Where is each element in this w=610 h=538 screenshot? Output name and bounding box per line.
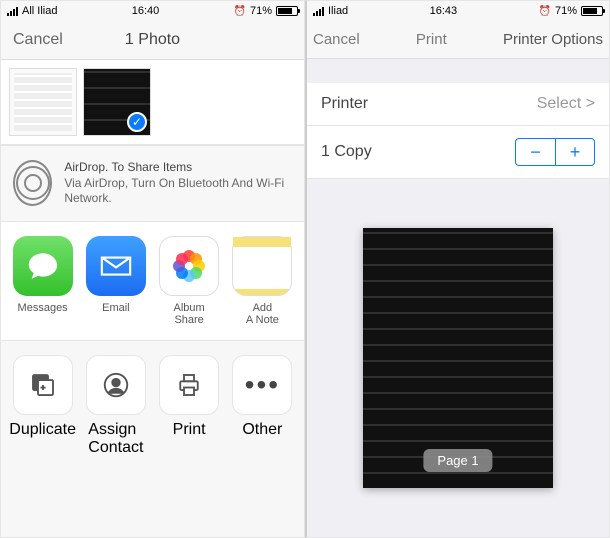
share-messages[interactable]: Messages — [9, 236, 76, 326]
printer-select-row[interactable]: Printer Select > — [307, 83, 609, 126]
messages-label: Messages — [18, 302, 68, 324]
status-bar: All Iliad 16:40 ⏰ 71% — [1, 1, 304, 21]
action-duplicate[interactable]: Duplicate — [9, 355, 76, 523]
clock: 16:40 — [132, 5, 160, 17]
printer-label: Printer — [321, 95, 368, 113]
assign-contact-label: Assign Contact — [88, 421, 143, 457]
airdrop-icon — [13, 160, 52, 206]
alarm-icon: ⏰ — [539, 6, 551, 17]
duplicate-icon — [13, 355, 73, 415]
thumbnail-item-selected[interactable]: ✓ — [83, 68, 151, 136]
battery-percent: 71% — [555, 5, 577, 17]
section-gap — [307, 59, 609, 83]
duplicate-label: Duplicate — [9, 421, 76, 439]
signal-icon — [7, 6, 18, 16]
carrier-label: Iliad — [328, 5, 348, 17]
copies-label: 1 Copy — [321, 143, 372, 161]
print-label: Print — [173, 421, 206, 439]
print-icon — [159, 355, 219, 415]
notes-icon — [232, 236, 292, 296]
share-sheet-screen: All Iliad 16:40 ⏰ 71% Cancel 1 Photo ✓ A… — [0, 0, 305, 538]
alarm-icon: ⏰ — [234, 6, 246, 17]
share-notes[interactable]: Add A Note — [229, 236, 296, 326]
contact-icon — [86, 355, 146, 415]
print-preview-page[interactable]: Page 1 — [363, 228, 553, 488]
battery-icon — [276, 6, 298, 16]
battery-icon — [581, 6, 603, 16]
share-album[interactable]: Album Share — [156, 236, 223, 326]
cancel-button[interactable]: Cancel — [313, 31, 360, 48]
airdrop-title: AirDrop. To Share Items — [64, 160, 292, 176]
status-bar: Iliad 16:43 ⏰ 71% — [307, 1, 609, 21]
copies-minus-button[interactable]: − — [515, 138, 555, 166]
print-preview-area: Page 1 — [307, 179, 609, 537]
nav-bar: Cancel Print Printer Options — [307, 21, 609, 59]
other-label: Other — [242, 421, 282, 439]
mail-icon — [86, 236, 146, 296]
copies-plus-button[interactable]: + — [555, 138, 595, 166]
action-other[interactable]: ••• Other — [229, 355, 296, 523]
page-title: 1 Photo — [93, 31, 212, 49]
selected-check-icon: ✓ — [127, 112, 147, 132]
cancel-button[interactable]: Cancel — [13, 31, 93, 49]
print-button[interactable]: Print — [416, 31, 447, 48]
messages-icon — [13, 236, 73, 296]
add-note-label: Add A Note — [246, 302, 279, 326]
photo-thumbnails: ✓ — [1, 60, 304, 145]
airdrop-subtitle: Via AirDrop, Turn On Bluetooth And Wi-Fi… — [64, 176, 292, 207]
clock: 16:43 — [430, 5, 458, 17]
printer-value: Select > — [537, 95, 595, 113]
battery-percent: 71% — [250, 5, 272, 17]
page-number-badge: Page 1 — [423, 449, 492, 472]
copies-stepper: − + — [515, 138, 595, 166]
signal-icon — [313, 6, 324, 16]
printer-options-screen: Iliad 16:43 ⏰ 71% Cancel Print Printer O… — [305, 0, 610, 538]
copies-row: 1 Copy − + — [307, 126, 609, 179]
carrier-label: All Iliad — [22, 5, 57, 17]
album-share-label: Album Share — [174, 302, 205, 326]
airdrop-row[interactable]: AirDrop. To Share Items Via AirDrop, Tur… — [1, 145, 304, 222]
email-label: Email — [102, 302, 130, 324]
share-actions-row: Duplicate Assign Contact Print ••• Other — [1, 341, 304, 537]
share-email[interactable]: Email — [82, 236, 149, 326]
share-apps-row: Messages Email Album Shar — [1, 222, 304, 341]
action-assign-contact[interactable]: Assign Contact — [82, 355, 149, 523]
more-icon: ••• — [232, 355, 292, 415]
nav-bar: Cancel 1 Photo — [1, 21, 304, 60]
page-title: Printer Options — [503, 31, 603, 48]
thumbnail-item[interactable] — [9, 68, 77, 136]
photos-icon — [159, 236, 219, 296]
action-print[interactable]: Print — [156, 355, 223, 523]
